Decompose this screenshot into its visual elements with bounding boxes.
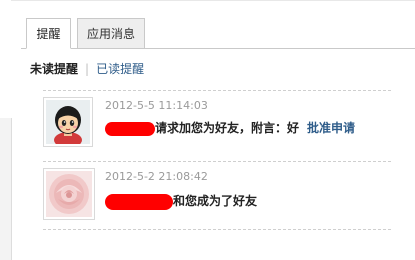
notification-message: 和您成为了好友 <box>173 194 258 208</box>
notification-message: 请求加您为好友，附言：好 <box>155 121 300 135</box>
pink-rose-avatar-icon <box>46 171 92 217</box>
user-avatar[interactable] <box>43 97 93 147</box>
list-divider <box>43 161 391 162</box>
subnav-separator: | <box>85 62 90 76</box>
tab-app-messages[interactable]: 应用消息 <box>77 18 145 48</box>
notification-text: 和您成为了好友 <box>105 192 257 210</box>
left-margin <box>0 0 11 118</box>
notification-item: 2012-5-5 11:14:03 请求加您为好友，附言：好 批准申请 <box>43 97 391 161</box>
reminder-filter-nav: 未读提醒 | 已读提醒 <box>30 61 144 77</box>
notification-timestamp: 2012-5-5 11:14:03 <box>105 99 208 112</box>
notification-item: 2012-5-2 21:08:42 和您成为了好友 <box>43 168 391 232</box>
unread-reminders-link[interactable]: 未读提醒 <box>30 62 78 76</box>
notification-text: 请求加您为好友，附言：好 批准申请 <box>105 119 355 136</box>
tab-strip-baseline <box>21 48 415 49</box>
list-divider <box>43 90 391 91</box>
cartoon-girl-avatar-icon <box>46 100 90 144</box>
left-panel-edge <box>0 118 12 260</box>
list-divider <box>43 229 391 230</box>
notification-timestamp: 2012-5-2 21:08:42 <box>105 170 208 183</box>
approve-request-link[interactable]: 批准申请 <box>307 121 355 135</box>
read-reminders-link[interactable]: 已读提醒 <box>96 62 144 76</box>
tab-reminders[interactable]: 提醒 <box>26 18 71 49</box>
redacted-username <box>105 121 155 136</box>
top-divider <box>0 0 415 1</box>
redacted-username <box>105 193 173 210</box>
user-avatar[interactable] <box>43 168 95 220</box>
